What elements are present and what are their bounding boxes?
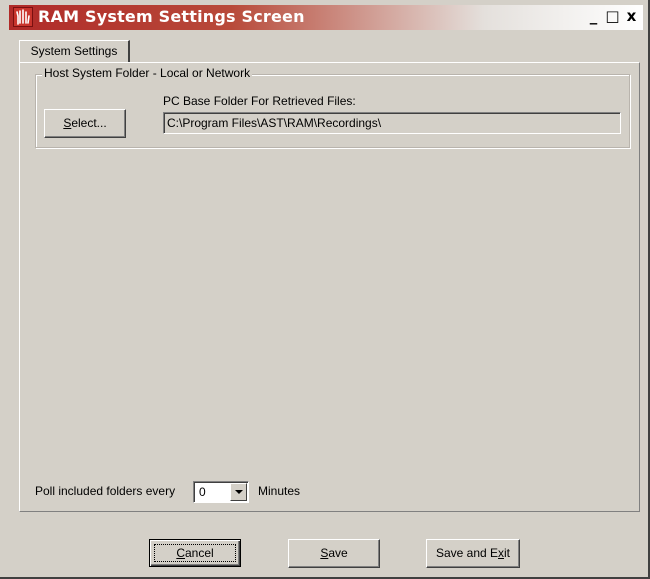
poll-interval-value: 0 — [199, 485, 206, 499]
poll-label: Poll included folders every — [35, 484, 176, 498]
close-button[interactable]: x — [622, 7, 641, 26]
cancel-button[interactable]: Cancel — [149, 539, 241, 567]
settings-window: RAM System Settings Screen _ □ x System … — [0, 0, 650, 579]
focus-rectangle — [154, 544, 236, 562]
maximize-button[interactable]: □ — [603, 7, 622, 26]
host-folder-group-title: Host System Folder - Local or Network — [42, 66, 253, 80]
poll-unit-label: Minutes — [258, 484, 301, 498]
base-folder-field: C:\Program Files\AST\RAM\Recordings\ — [163, 112, 621, 134]
save-exit-label-start: Save and E — [435, 546, 499, 560]
select-button-label: elect... — [71, 116, 107, 130]
poll-interval-dropdown[interactable]: 0 — [193, 481, 249, 503]
save-button[interactable]: Save — [288, 539, 380, 568]
minimize-button[interactable]: _ — [584, 7, 603, 26]
chevron-down-icon[interactable] — [230, 483, 247, 501]
hand-logo-icon — [13, 7, 33, 27]
save-and-exit-button[interactable]: Save and Exit — [426, 539, 520, 568]
save-exit-label-end: it — [504, 546, 511, 560]
title-bar[interactable]: RAM System Settings Screen _ □ x — [9, 5, 643, 30]
select-folder-button[interactable]: Select... — [44, 109, 126, 138]
base-folder-label: PC Base Folder For Retrieved Files: — [163, 94, 356, 108]
window-title: RAM System Settings Screen — [38, 7, 305, 26]
save-button-label: ave — [328, 546, 348, 560]
window-controls: _ □ x — [584, 7, 641, 26]
tab-system-settings[interactable]: System Settings — [19, 40, 130, 62]
